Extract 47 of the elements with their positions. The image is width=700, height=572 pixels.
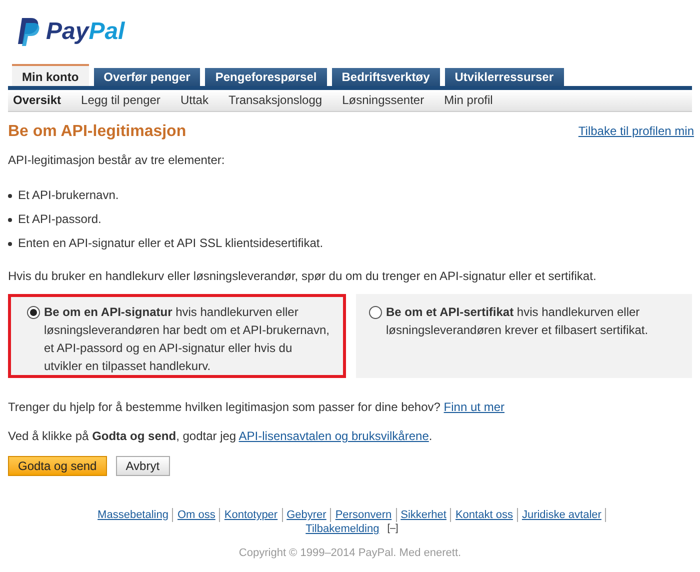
bullet-icon <box>8 242 12 246</box>
subnav-link[interactable]: Oversikt <box>13 93 62 108</box>
footer-link[interactable]: Om oss <box>173 508 220 522</box>
bullet-text: Enten en API-signatur eller et API SSL klientsidesertifikat. <box>18 236 324 251</box>
question-text: Hvis du bruker en handlekurv eller løsningsleverandør, spør du om du trenger en API-signatur eller et sertifikat. <box>8 269 598 284</box>
option-text: Be om et API-sertifikat hvis handlekurven eller løsningsleverandøren krever et filbasert sertifikat. <box>386 304 650 339</box>
radio-button[interactable] <box>27 306 40 319</box>
cancel-button[interactable]: Avbryt <box>116 456 170 476</box>
subnav-link[interactable]: Løsningssenter <box>342 93 424 108</box>
option-panel[interactable]: Be om et API-sertifikat hvis handlekurven eller løsningsleverandøren krever et filbasert sertifikat. <box>356 294 692 378</box>
footer-link[interactable]: Kontotyper <box>220 508 283 522</box>
footer-link[interactable]: Personvern <box>331 508 397 522</box>
help-text: Trenger du hjelp for å bestemme hvilken legitimasjon som passer for dine behov? <box>8 400 440 414</box>
nav-tab[interactable]: Overfør penger <box>94 68 200 86</box>
nav-tab[interactable]: Bedriftsverktøy <box>332 68 440 86</box>
copyright-text: Copyright © 1999–2014 PayPal. Med enerett. <box>238 546 462 561</box>
period-text: . <box>428 429 432 443</box>
nav-tab[interactable]: Utviklerressurser <box>444 68 564 86</box>
subnav-link[interactable]: Transaksjonslogg <box>228 93 322 108</box>
bullet-icon <box>8 194 12 198</box>
footer-link[interactable]: Sikkerhet <box>396 508 452 522</box>
logo-text: PayPal <box>46 17 126 47</box>
bullet-text: Et API-brukernavn. <box>18 188 119 203</box>
footer-link[interactable]: Gebyrer <box>282 508 332 522</box>
page-title: Be om API-legitimasjon <box>8 124 186 139</box>
subnav-link[interactable]: Min profil <box>444 93 493 108</box>
option-text: Be om en API-signatur hvis handlekurven eller løsningsleverandøren har bedt om et API-brukernavn, et API-passord og en API-signatur eller hvis du utvikler en tilpasset handlekurv. <box>44 304 330 375</box>
footer-link[interactable]: Juridiske avtaler <box>518 508 606 522</box>
license-link[interactable]: API-lisensavtalen og bruksvilkårene <box>238 429 429 443</box>
back-link[interactable]: Tilbake til profilen min <box>578 124 694 139</box>
collapse-toggle[interactable]: [–] <box>387 522 398 536</box>
subnav-link[interactable]: Uttak <box>180 93 208 108</box>
radio-button[interactable] <box>369 306 382 319</box>
submit-button[interactable]: Godta og send <box>8 456 107 476</box>
bullet-text: Et API-passord. <box>18 212 102 227</box>
footer-link[interactable]: Massebetaling <box>94 508 174 522</box>
option-panel[interactable]: Be om en API-signatur hvis handlekurven eller løsningsleverandøren har bedt om et API-brukernavn, et API-passord og en API-signatur eller hvis du utvikler en tilpasset handlekurv. <box>8 294 346 378</box>
footer-link[interactable]: Kontakt oss <box>451 508 518 522</box>
bullet-icon <box>8 218 12 222</box>
subnav-link[interactable]: Legg til penger <box>81 93 160 108</box>
logo-icon <box>18 18 40 46</box>
nav-tab[interactable]: Min konto <box>12 64 89 86</box>
footer-link[interactable]: Tilbakemelding <box>302 522 384 536</box>
learn-more-link[interactable]: Finn ut mer <box>444 400 504 414</box>
nav-tab[interactable]: Pengeforespørsel <box>205 68 327 86</box>
intro-text: API-legitimasjon består av tre elementer: <box>8 153 226 168</box>
agreement-text: Ved å klikke på Godta og send, godtar jeg <box>8 429 236 443</box>
